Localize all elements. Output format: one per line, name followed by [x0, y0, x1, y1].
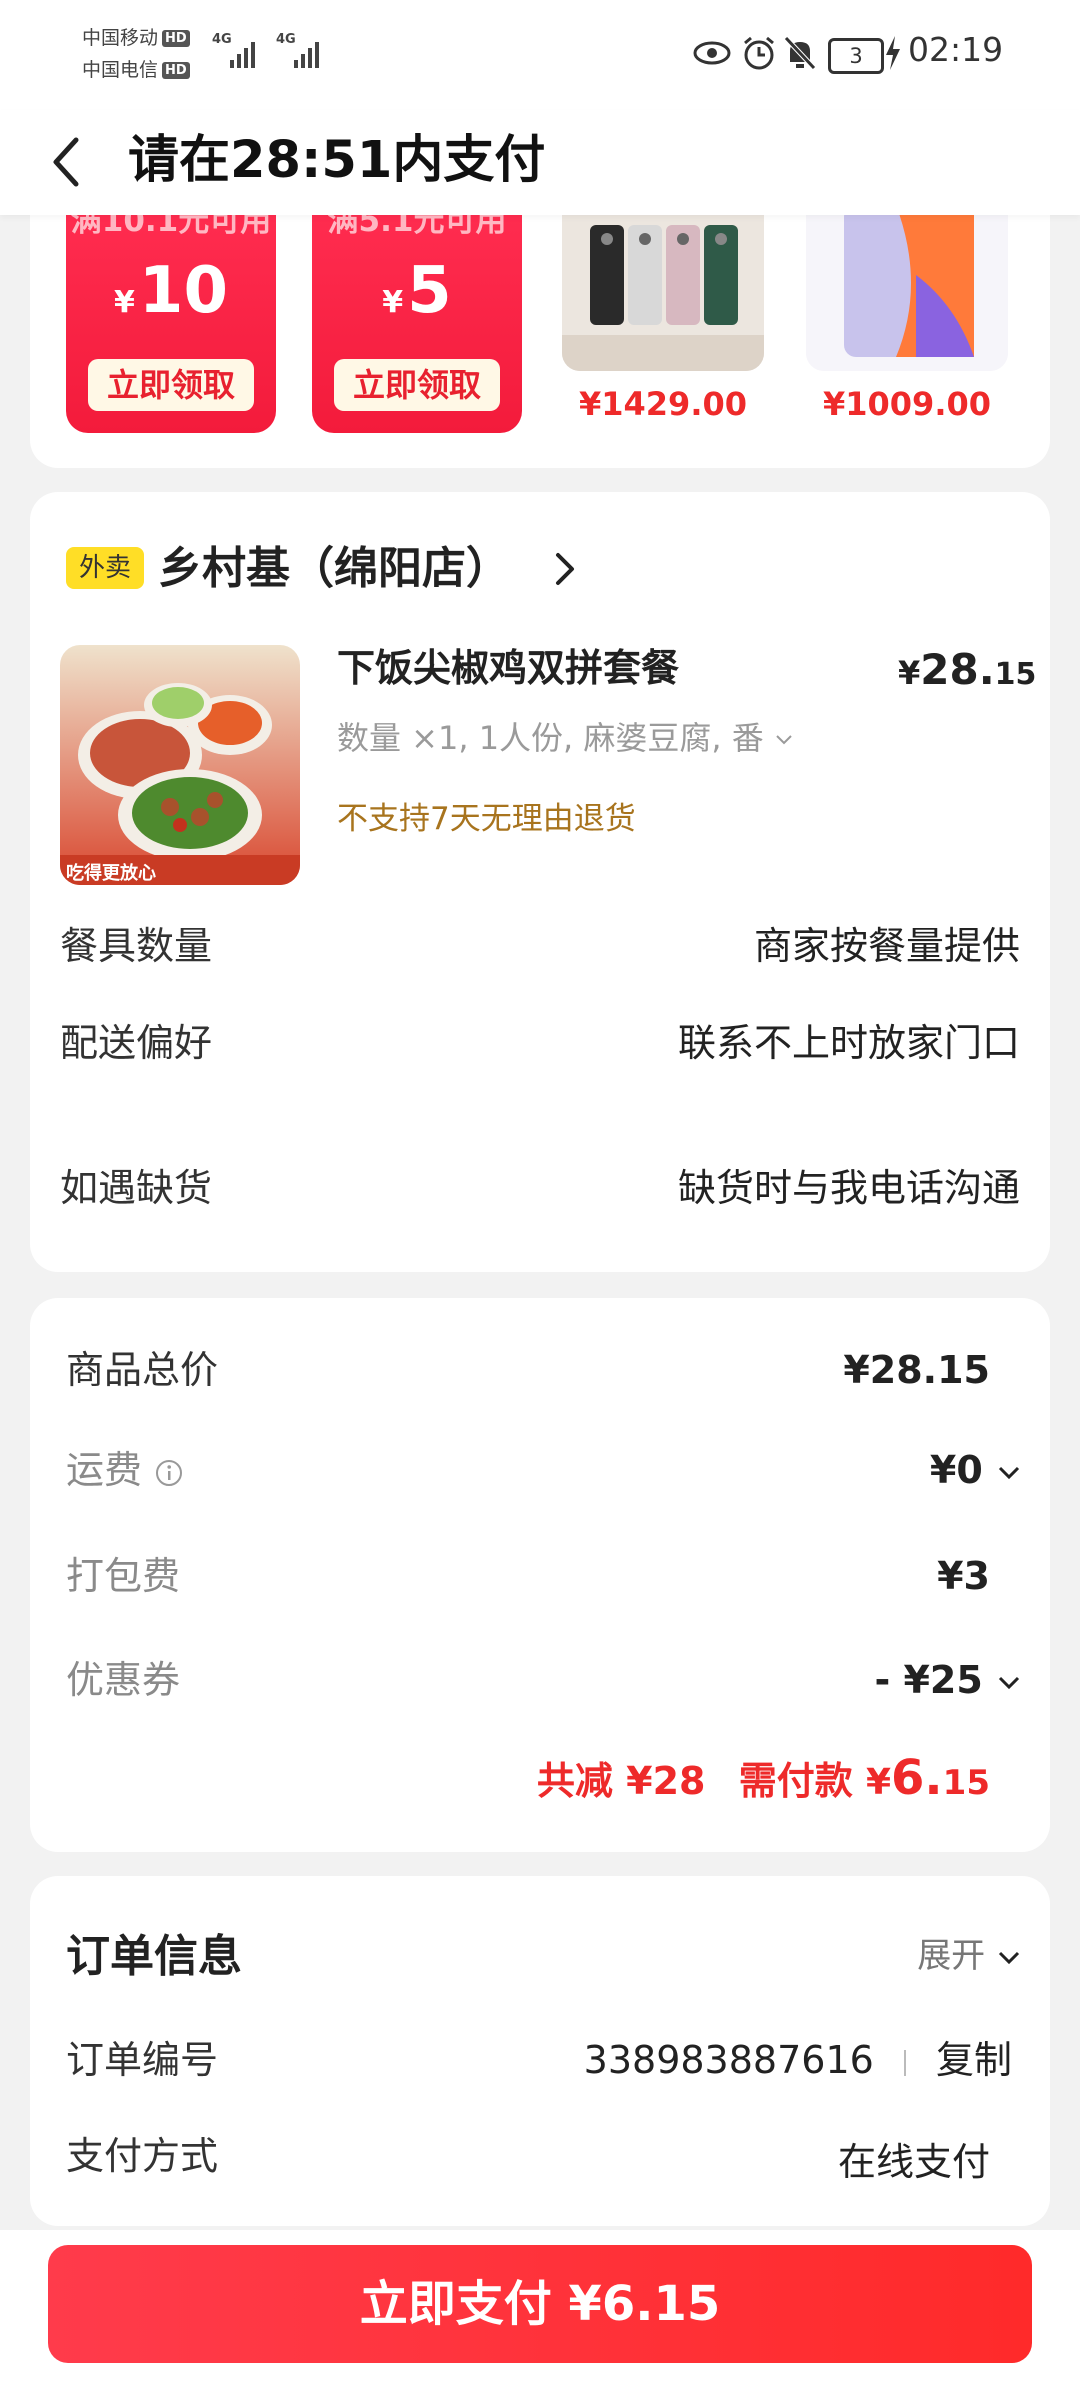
product-image-phone[interactable]: [562, 215, 764, 371]
carrier-1: 中国移动: [82, 27, 159, 49]
order-info-title: 订单信息: [66, 1931, 242, 1982]
subtotal-label: 商品总价: [66, 1348, 219, 1392]
utensils-value[interactable]: 商家按餐量提供: [754, 918, 1020, 974]
back-arrow-icon[interactable]: [44, 132, 94, 192]
mute-icon: [784, 36, 816, 70]
order-number-value: 338983887616: [583, 2038, 874, 2082]
pay-now-button[interactable]: 立即支付 ¥6.15: [48, 2245, 1032, 2363]
network-type-2: 4G: [276, 32, 296, 47]
total-reduction: 共减 ¥28: [536, 1759, 706, 1803]
food-image[interactable]: 吃得更放心: [60, 645, 300, 885]
info-icon[interactable]: [154, 1458, 184, 1488]
delivery-fee-value[interactable]: ¥0: [930, 1442, 1022, 1498]
coupon-amount: ¥10: [114, 254, 228, 328]
food-spec[interactable]: 数量 ×1, 1人份, 麻婆豆腐, 番: [337, 714, 794, 762]
utensils-label: 餐具数量: [60, 924, 213, 968]
food-image-caption: 吃得更放心: [66, 863, 156, 884]
battery-icon: 3: [828, 38, 884, 74]
claim-coupon-button[interactable]: 立即领取: [334, 359, 500, 411]
coupon-condition: 满10.1元可用: [70, 215, 272, 239]
delivery-fee-label: 运费: [66, 1442, 184, 1498]
out-of-stock-value[interactable]: 缺货时与我电话沟通: [678, 1160, 1020, 1216]
order-number: 338983887616 复制: [584, 2032, 1012, 2088]
subtotal-value: ¥28.15: [843, 1348, 990, 1392]
food-title: 下饭尖椒鸡双拼套餐: [337, 646, 680, 690]
page-title: 请在28:51内支付: [128, 131, 546, 190]
coupon-amount: ¥5: [382, 254, 452, 328]
network-type-1: 4G: [212, 32, 232, 47]
page-header: 请在28:51内支付: [0, 110, 1080, 215]
carrier-2: 中国电信: [82, 59, 159, 81]
food-price: ¥28.15: [898, 645, 1037, 694]
expand-toggle[interactable]: 展开: [917, 1928, 1022, 1977]
coupon-card[interactable]: 满5.1元可用 ¥5 立即领取: [312, 215, 522, 433]
claim-coupon-button[interactable]: 立即领取: [88, 359, 254, 411]
out-of-stock-label: 如遇缺货: [60, 1166, 213, 1210]
chevron-down-icon: [998, 1466, 1020, 1479]
chevron-down-icon: [998, 1676, 1020, 1689]
coupon-label: 优惠券: [66, 1658, 181, 1702]
price-summary: 共减 ¥28 需付款 ¥6.15: [537, 1748, 990, 1813]
payment-method-value: 在线支付: [837, 2140, 990, 2184]
store-name[interactable]: 乡村基（绵阳店）: [158, 536, 510, 602]
divider: [903, 2049, 906, 2076]
coupon-value[interactable]: - ¥25: [874, 1652, 1022, 1708]
carrier-info: 中国移动 HD 中国电信 HD: [82, 22, 190, 86]
refund-note: 不支持7天无理由退货: [337, 801, 636, 837]
packing-fee-label: 打包费: [66, 1554, 181, 1598]
copy-button[interactable]: 复制: [936, 2038, 1012, 2082]
charging-icon: [886, 36, 900, 70]
chevron-down-icon: [776, 735, 792, 745]
hd-badge: HD: [162, 62, 190, 79]
delivery-pref-value[interactable]: 联系不上时放家门口: [678, 1015, 1020, 1071]
clock: 02:19: [908, 30, 1004, 69]
status-bar: 中国移动 HD 中国电信 HD 4G 4G 3 02:19: [0, 0, 1080, 110]
order-number-label: 订单编号: [66, 2038, 219, 2082]
coupon-card[interactable]: 满10.1元可用 ¥10 立即领取: [66, 215, 276, 433]
product-price: ¥1009.00: [822, 385, 991, 423]
delivery-pref-label: 配送偏好: [60, 1021, 213, 1065]
hd-badge: HD: [162, 30, 190, 47]
amount-due: ¥6.15: [865, 1750, 990, 1806]
amount-due-label: 需付款: [738, 1759, 853, 1803]
delivery-tag: 外卖: [66, 547, 144, 589]
packing-fee-value: ¥3: [937, 1554, 990, 1598]
payment-method-label: 支付方式: [66, 2134, 219, 2178]
coupon-condition: 满5.1元可用: [327, 215, 507, 239]
chevron-right-icon[interactable]: [552, 551, 578, 587]
alarm-icon: [744, 36, 774, 70]
eye-icon: [693, 41, 731, 65]
chevron-down-icon: [998, 1951, 1020, 1964]
product-image-phone[interactable]: [806, 215, 1008, 371]
product-price: ¥1429.00: [578, 385, 747, 423]
